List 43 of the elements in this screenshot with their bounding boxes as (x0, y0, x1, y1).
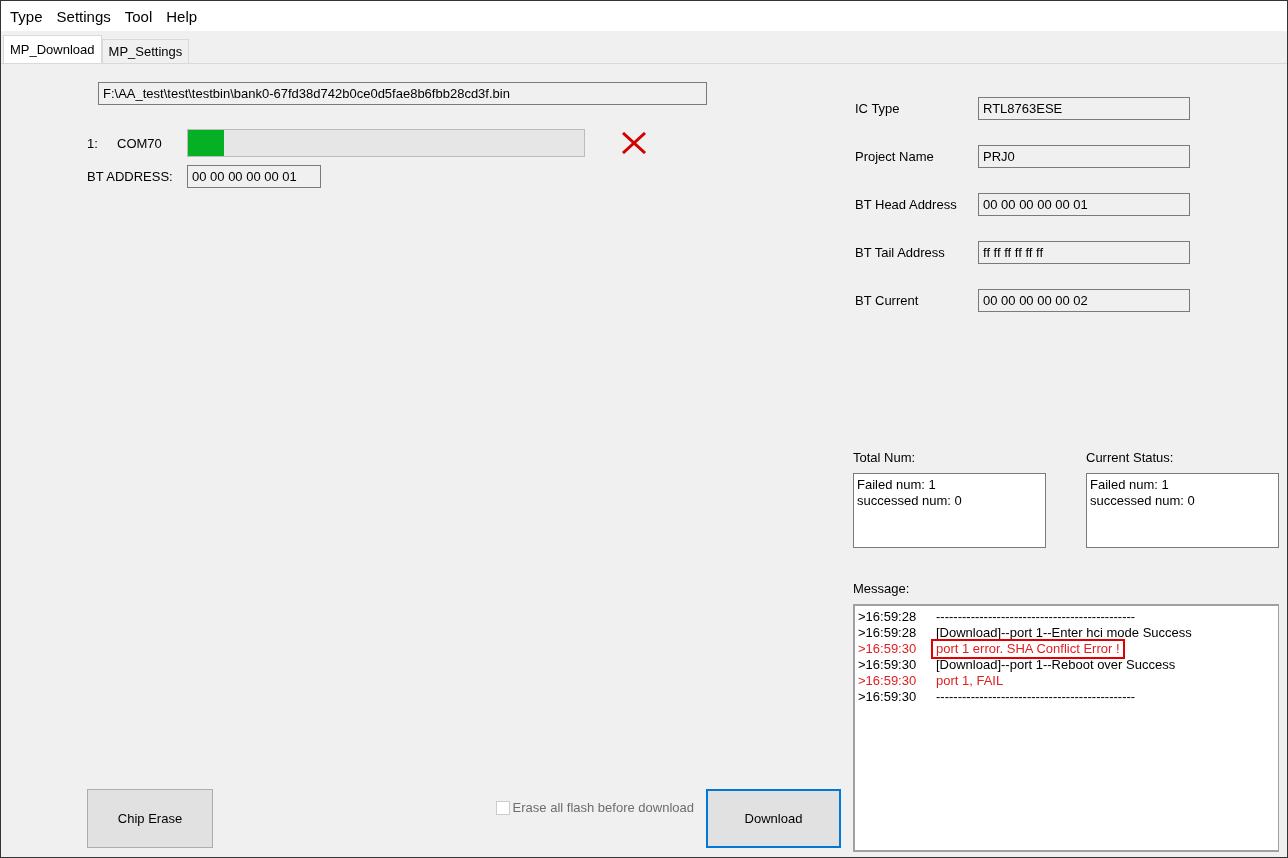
log-text: ---------------------------------------------- (935, 609, 1137, 625)
menu-item[interactable]: Type (3, 7, 50, 25)
log-time: >16:59:30 (858, 657, 918, 673)
log-time: >16:59:30 (858, 689, 918, 705)
port-name: COM70 (117, 135, 163, 151)
log-text: [Download]--port 1--Reboot over Success (935, 657, 1177, 673)
download-button[interactable]: Download (706, 789, 841, 848)
field-label: BT Tail Address (854, 245, 946, 260)
counter-label: Total Num: (853, 450, 917, 465)
value-field[interactable]: 00 00 00 00 00 01 (978, 193, 1190, 216)
menu-item[interactable]: Help (159, 7, 205, 25)
log-time: >16:59:30 (858, 641, 918, 657)
message-label: Message: (853, 581, 911, 596)
counter-line: successed num: 0 (1090, 493, 1196, 509)
value-field[interactable]: ff ff ff ff ff ff (978, 241, 1190, 264)
counter-line: successed num: 0 (857, 493, 963, 509)
bt-address-field[interactable]: 00 00 00 00 00 01 (187, 165, 321, 188)
log-text: [Download]--port 1--Enter hci mode Success (935, 625, 1193, 641)
menu-item[interactable]: Settings (49, 7, 118, 25)
counter-label: Current Status: (1086, 450, 1175, 465)
field-label: Project Name (854, 149, 935, 164)
counter-line: Failed num: 1 (857, 477, 937, 493)
file-path-field[interactable]: F:\AA_test\test\testbin\bank0-67fd38d742b0ce0d5fae8b6fbb28cd3f.bin (98, 82, 707, 105)
bt-address-label: BT ADDRESS: (87, 169, 174, 184)
log-time: >16:59:28 (858, 609, 918, 625)
log-text: ---------------------------------------------- (935, 689, 1137, 705)
log-time: >16:59:30 (858, 673, 918, 689)
menu-item[interactable]: Tool (117, 7, 160, 25)
value-field[interactable]: 00 00 00 00 00 02 (978, 289, 1190, 312)
tab[interactable]: MP_Settings (101, 39, 190, 63)
field-label: BT Current (854, 293, 920, 308)
port-index: 1: (87, 135, 99, 151)
counter-line: Failed num: 1 (1090, 477, 1170, 493)
field-label: IC Type (854, 101, 901, 116)
log-time: >16:59:28 (858, 625, 918, 641)
chip-erase-button[interactable]: Chip Erase (87, 789, 213, 848)
value-field[interactable]: PRJ0 (978, 145, 1190, 168)
log-text: port 1, FAIL (935, 673, 1005, 689)
log-text: port 1 error. SHA Conflict Error ! (933, 641, 1123, 657)
tab[interactable]: MP_Download (3, 35, 102, 63)
value-field[interactable]: RTL8763ESE (978, 97, 1190, 120)
checkbox-label: Erase all flash before download (512, 800, 694, 815)
field-label: BT Head Address (854, 197, 958, 212)
